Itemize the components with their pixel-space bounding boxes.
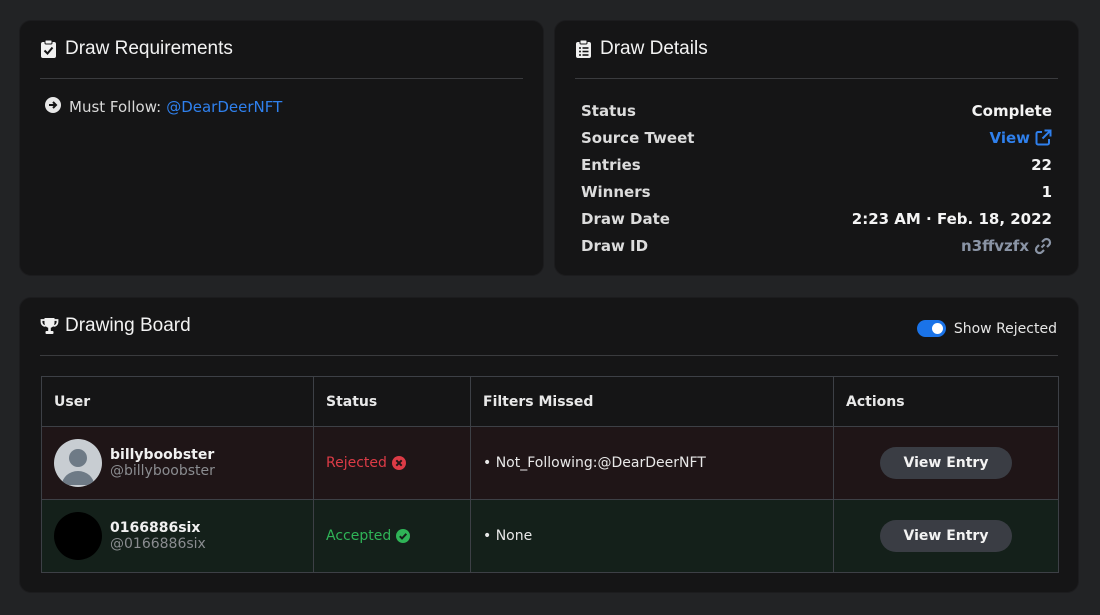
filters-missed-cell: • None [470,499,834,573]
view-link-label: View [989,128,1030,147]
column-header-user: User [41,376,314,427]
detail-row-status: Status Complete [581,97,1052,124]
status-label: Accepted [326,528,392,544]
draw-details-header: Draw Details [575,37,1058,79]
check-circle-icon [396,529,411,543]
detail-value-draw-date: 2:23 AM · Feb. 18, 2022 [851,209,1052,228]
table-row: billyboobster @billyboobster Rejected • … [41,426,1059,500]
detail-value-entries: 22 [1031,155,1052,174]
table-header-row: User Status Filters Missed Actions [41,376,1059,427]
draw-details-title: Draw Details [600,38,708,59]
user-cell: 0166886six @0166886six [41,499,314,573]
status-label: Rejected [326,455,387,471]
user-cell: billyboobster @billyboobster [41,426,314,500]
clipboard-list-icon [575,39,592,59]
draw-requirements-card: Draw Requirements Must Follow: @DearDeer… [19,20,544,276]
draw-id-link[interactable]: n3ffvzfx [961,237,1052,255]
detail-row-draw-date: Draw Date 2:23 AM · Feb. 18, 2022 [581,205,1052,232]
detail-key: Draw Date [581,209,670,228]
requirement-label: Must Follow: [69,98,162,116]
user-name: 0166886six [110,520,201,536]
detail-list: Status Complete Source Tweet View Entrie… [581,97,1052,259]
column-header-actions: Actions [833,376,1059,427]
link-icon [1034,237,1052,254]
avatar [54,512,102,560]
draw-id-value: n3ffvzfx [961,236,1029,255]
detail-row-source-tweet: Source Tweet View [581,124,1052,151]
actions-cell: View Entry [833,499,1059,573]
x-circle-icon [391,456,406,470]
detail-key: Source Tweet [581,128,695,147]
status-cell: Accepted [313,499,471,573]
actions-cell: View Entry [833,426,1059,500]
detail-key: Status [581,101,636,120]
show-rejected-toggle[interactable]: Show Rejected [916,320,1057,337]
avatar [54,439,102,487]
toggle-label: Show Rejected [953,320,1057,337]
detail-row-entries: Entries 22 [581,151,1052,178]
external-link-icon [1035,129,1052,146]
view-entry-button[interactable]: View Entry [880,520,1012,552]
draw-requirements-title: Draw Requirements [65,38,233,59]
detail-value-winners: 1 [1041,182,1052,201]
detail-key: Entries [581,155,641,174]
detail-key: Winners [581,182,651,201]
drawing-board-card: Drawing Board Show Rejected User Status … [19,297,1079,593]
table-row: 0166886six @0166886six Accepted • None V… [41,499,1059,573]
detail-key: Draw ID [581,236,649,255]
view-entry-button[interactable]: View Entry [880,447,1012,479]
clipboard-check-icon [40,39,57,59]
drawing-board-header: Drawing Board [40,314,1058,356]
arrow-right-circle-icon [45,97,69,117]
user-name: billyboobster [110,447,215,463]
drawing-board-title: Drawing Board [65,315,191,336]
source-tweet-view-link[interactable]: View [989,129,1052,147]
detail-row-draw-id: Draw ID n3ffvzfx [581,232,1052,259]
detail-value-status: Complete [971,101,1052,120]
requirement-item: Must Follow: @DearDeerNFT [45,97,282,117]
column-header-filters: Filters Missed [470,376,834,427]
user-handle: @billyboobster [110,463,215,479]
toggle-switch[interactable] [916,320,946,337]
column-header-status: Status [313,376,471,427]
trophy-icon [40,316,59,336]
draw-details-card: Draw Details Status Complete Source Twee… [554,20,1079,276]
user-handle: @0166886six [110,536,206,552]
entries-table: User Status Filters Missed Actions billy… [41,376,1059,573]
detail-row-winners: Winners 1 [581,178,1052,205]
requirement-account-link[interactable]: @DearDeerNFT [166,98,282,116]
status-cell: Rejected [313,426,471,500]
filters-missed-cell: • Not_Following:@DearDeerNFT [470,426,834,500]
draw-requirements-header: Draw Requirements [40,37,523,79]
